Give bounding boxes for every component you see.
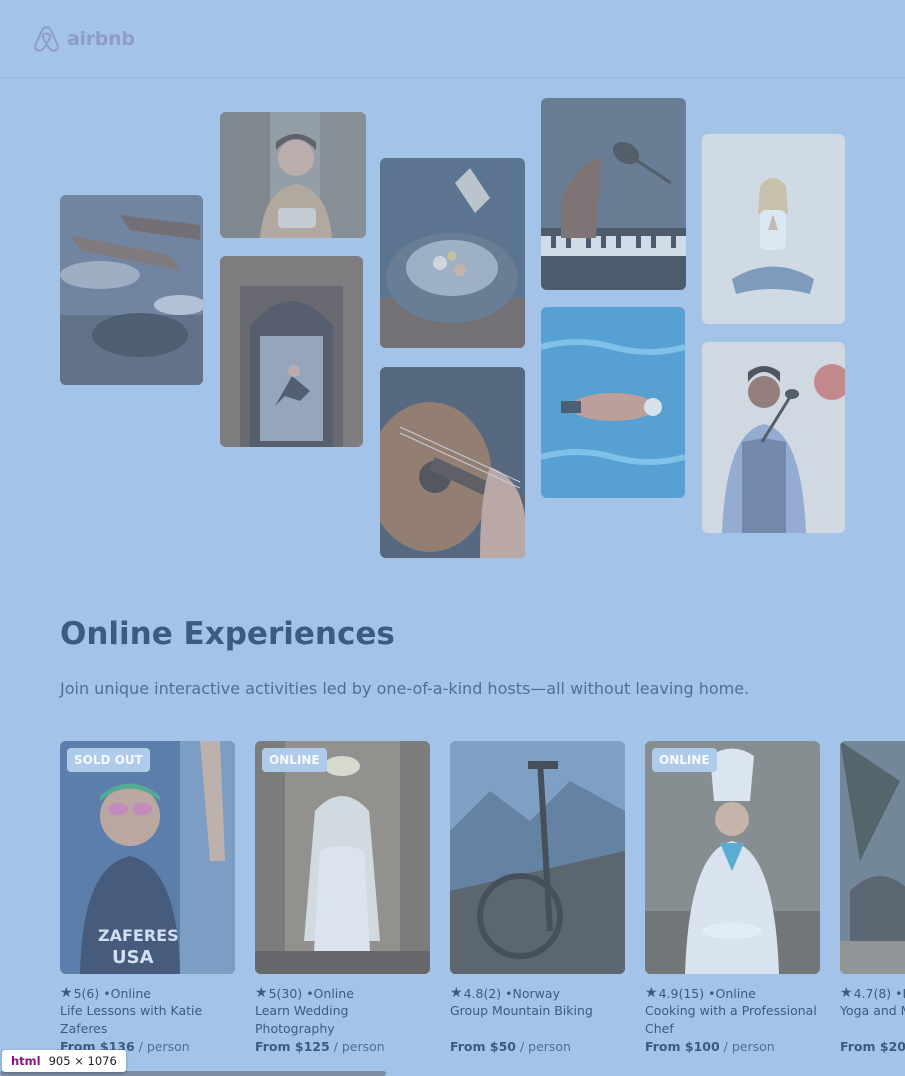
card-title[interactable]: Learn Wedding Photography [255, 1002, 430, 1038]
rating: 4.8 [463, 985, 484, 1001]
hero-photo-swimmer [541, 307, 685, 498]
location: •Norway [505, 985, 560, 1001]
devtools-element-tag: html 905 × 1076 [2, 1050, 126, 1072]
experience-card[interactable]: ONLINE ★ 5 (30) •Online Learn Wedding Ph… [255, 741, 430, 1054]
section-subtitle: Join unique interactive activities led b… [60, 679, 750, 698]
review-count: (2) [483, 985, 502, 1001]
card-meta: ★ 4.9 (15) •Online [645, 985, 820, 1001]
airbnb-logo[interactable]: airbnb [32, 24, 135, 54]
section-title: Online Experiences [60, 616, 395, 652]
card-price: From $125 / person [255, 1039, 385, 1054]
horizontal-scrollbar[interactable] [0, 1071, 905, 1076]
experience-card[interactable]: ONLINE ★ 4.9 (15) •Online Cooking with a… [645, 741, 820, 1054]
price-unit: / person [138, 1039, 190, 1054]
card-title[interactable]: Yoga and M Retreat [840, 1002, 905, 1020]
review-count: (15) [678, 985, 705, 1001]
location: •Online [103, 985, 151, 1001]
devtools-tag-name: html [11, 1054, 41, 1068]
star-icon: ★ [255, 985, 268, 1001]
card-price: From $100 / person [645, 1039, 775, 1054]
price-unit: / person [333, 1039, 385, 1054]
rating: 4.7 [853, 985, 874, 1001]
card-image[interactable] [450, 741, 625, 974]
card-image[interactable]: SOLD OUT ZAFERES USA [60, 741, 235, 974]
location: •B [895, 985, 905, 1001]
airbnb-belo-icon [34, 26, 59, 52]
star-icon: ★ [450, 985, 463, 1001]
hero-photo-guitar [380, 367, 525, 558]
status-badge: ONLINE [262, 748, 327, 772]
card-meta: ★ 4.7 (8) •B [840, 985, 905, 1001]
rating: 5 [268, 985, 277, 1001]
price-amount: From $125 [255, 1039, 330, 1054]
experience-card[interactable]: SOLD OUT ZAFERES USA ★ 5 (6) •Online Lif… [60, 741, 235, 1054]
card-meta: ★ 5 (6) •Online [60, 985, 235, 1001]
card-price: From $50 / person [450, 1039, 571, 1054]
hero-photo-piano-mic [541, 98, 686, 290]
star-icon: ★ [645, 985, 658, 1001]
card-title[interactable]: Life Lessons with Katie Zaferes [60, 1002, 235, 1038]
status-badge: SOLD OUT [67, 748, 150, 772]
brand-name: airbnb [67, 28, 135, 50]
price-unit: / person [723, 1039, 775, 1054]
top-header: airbnb [0, 0, 905, 78]
hero-photo-singer [702, 342, 845, 533]
star-icon: ★ [60, 985, 73, 1001]
card-title[interactable]: Cooking with a Professional Chef [645, 1002, 820, 1038]
card-meta: ★ 4.8 (2) •Norway [450, 985, 625, 1001]
star-icon: ★ [840, 985, 853, 1001]
hero-photo-host-portrait [220, 112, 366, 238]
location: •Online [708, 985, 756, 1001]
card-image[interactable]: ONLINE [645, 741, 820, 974]
card-meta: ★ 5 (30) •Online [255, 985, 430, 1001]
status-badge: ONLINE [652, 748, 717, 772]
rating: 5 [73, 985, 82, 1001]
price-unit: / person [519, 1039, 571, 1054]
svg-text:ZAFERES: ZAFERES [98, 926, 179, 945]
svg-text:USA: USA [112, 947, 154, 968]
rating: 4.9 [658, 985, 679, 1001]
card-image[interactable] [840, 741, 905, 974]
experience-card[interactable]: ★ 4.8 (2) •Norway Group Mountain Biking … [450, 741, 625, 1054]
review-count: (8) [873, 985, 892, 1001]
review-count: (6) [81, 985, 100, 1001]
card-price: From $200 [840, 1039, 905, 1054]
price-amount: From $50 [450, 1039, 516, 1054]
experience-card[interactable]: ★ 4.7 (8) •B Yoga and M Retreat From $20… [840, 741, 905, 1071]
price-amount: From $200 [840, 1039, 905, 1054]
card-title[interactable]: Group Mountain Biking [450, 1002, 625, 1020]
location: •Online [306, 985, 354, 1001]
devtools-dimensions: 905 × 1076 [48, 1054, 117, 1068]
price-amount: From $100 [645, 1039, 720, 1054]
hero-photo-bowl-dish [380, 158, 525, 348]
card-image[interactable]: ONLINE [255, 741, 430, 974]
hero-photo-yoga [702, 134, 845, 324]
hero-photo-cooking-pans [60, 195, 203, 385]
hero-photo-dancer-doorway [220, 256, 363, 447]
review-count: (30) [276, 985, 303, 1001]
